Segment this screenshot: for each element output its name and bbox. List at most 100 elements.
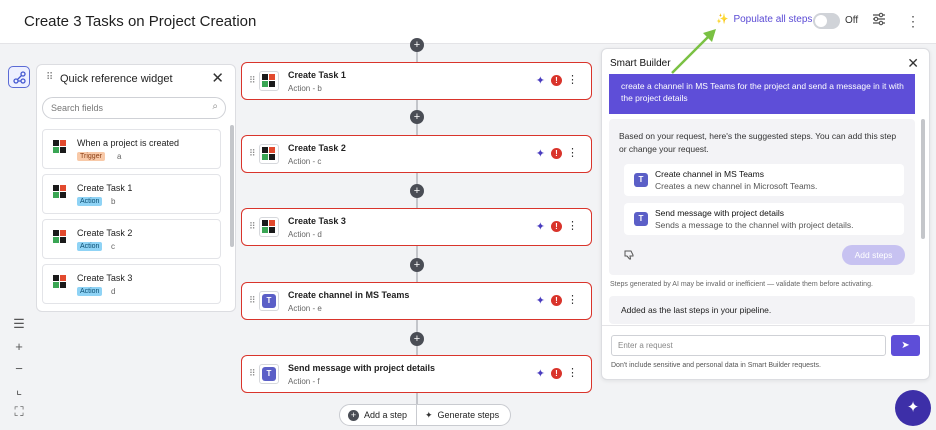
add-step-plus-icon[interactable]: + [410, 38, 424, 52]
zoho-projects-logo-icon [53, 185, 67, 199]
add-step-plus-icon[interactable]: + [410, 110, 424, 124]
sparkle-icon[interactable]: ✦ [536, 74, 545, 87]
added-status-message: Added as the last steps in your pipeline… [609, 296, 915, 324]
zoho-projects-logo-icon [262, 74, 276, 88]
sparkle-icon[interactable]: ✦ [536, 294, 545, 307]
more-options-icon[interactable]: ⋮ [567, 73, 578, 86]
item-name: When a project is created [77, 138, 180, 148]
quick-reference-widget: ⠿ Quick reference widget ✕ ⌕ When a proj… [36, 64, 236, 312]
list-item[interactable]: Create Task 3 Action d [42, 264, 221, 304]
scrollbar[interactable] [230, 125, 234, 247]
step-card-send-message[interactable]: ⠿ T Send message with project details Ac… [241, 355, 592, 393]
populate-all-steps-button[interactable]: ✨ Populate all steps [716, 14, 812, 25]
sliders-icon[interactable] [872, 12, 886, 30]
suggestion-block: Based on your request, here's the sugges… [609, 119, 915, 275]
search-icon: ⌕ [212, 101, 218, 112]
action-badge: Action [77, 197, 103, 206]
error-icon: ! [551, 148, 562, 159]
more-options-icon[interactable]: ⋮ [906, 12, 920, 30]
drag-handle-icon[interactable]: ⠿ [249, 368, 256, 379]
populate-toggle[interactable] [813, 13, 840, 29]
more-options-icon[interactable]: ⋮ [567, 293, 578, 306]
item-ref: b [111, 197, 116, 206]
drag-handle-icon[interactable]: ⠿ [249, 148, 256, 159]
add-a-step-button[interactable]: + Add a step [339, 404, 417, 426]
item-name: Create Task 1 [77, 183, 133, 193]
user-prompt-bubble: create a channel in MS Teams for the pro… [609, 74, 915, 114]
step-name: Create channel in MS Teams [288, 290, 410, 300]
plus-icon: + [348, 409, 359, 421]
divider [602, 325, 929, 326]
drag-handle-icon[interactable]: ⠿ [46, 72, 53, 83]
zoho-projects-logo-icon [53, 140, 67, 154]
add-steps-button[interactable]: Add steps [842, 245, 905, 265]
close-icon[interactable]: ✕ [907, 55, 919, 72]
suggestion-intro: Based on your request, here's the sugges… [619, 131, 897, 154]
step-sub: Action - f [288, 377, 320, 386]
generate-steps-button[interactable]: ✦ Generate steps [416, 404, 511, 426]
widget-title: Quick reference widget [60, 73, 173, 85]
suggested-step: T Create channel in MS Teams Creates a n… [624, 164, 904, 196]
fit-screen-icon[interactable]: ⛶ [8, 401, 30, 423]
privacy-disclaimer: Don't include sensitive and personal dat… [611, 362, 821, 369]
zoho-projects-logo-icon [53, 275, 67, 289]
search-fields-input[interactable] [51, 101, 201, 115]
list-item[interactable]: When a project is created Trigger a [42, 129, 221, 169]
close-icon[interactable]: ✕ [211, 69, 224, 87]
trigger-badge: Trigger [77, 152, 105, 161]
ai-warning-text: Steps generated by AI may be invalid or … [610, 281, 873, 288]
sparkle-icon[interactable]: ✦ [536, 367, 545, 380]
ms-teams-logo-icon: T [634, 173, 648, 187]
item-ref: d [111, 287, 116, 296]
sparkle-icon: ✨ [716, 14, 729, 25]
zoom-in-icon[interactable]: + [8, 335, 30, 357]
collapse-icon[interactable]: ⌞ [8, 379, 30, 401]
outline-icon[interactable]: ☰ [8, 313, 30, 335]
zoom-out-icon[interactable]: − [8, 357, 30, 379]
list-item[interactable]: Create Task 1 Action b [42, 174, 221, 214]
ms-teams-logo-icon: T [634, 212, 648, 226]
add-step-plus-icon[interactable]: + [410, 332, 424, 346]
sparkle-icon[interactable]: ✦ [536, 147, 545, 160]
step-name: Create Task 1 [288, 70, 346, 80]
smart-builder-fab-sparkle-icon[interactable]: ✦ [895, 390, 931, 426]
error-icon: ! [551, 75, 562, 86]
populate-label: Populate all steps [733, 14, 813, 25]
toggle-label: Off [845, 15, 859, 26]
error-icon: ! [551, 295, 562, 306]
generate-steps-label: Generate steps [437, 410, 500, 420]
thumbs-down-icon[interactable] [624, 250, 634, 262]
search-box: ⌕ [42, 97, 226, 119]
item-name: Create Task 3 [77, 273, 133, 283]
request-input[interactable] [611, 335, 886, 356]
action-badge: Action [77, 287, 103, 296]
more-options-icon[interactable]: ⋮ [567, 219, 578, 232]
scrollbar[interactable] [921, 119, 925, 239]
ms-teams-logo-icon: T [262, 367, 276, 381]
step-sub: Action - d [288, 230, 322, 239]
error-icon: ! [551, 368, 562, 379]
item-ref: a [117, 152, 122, 161]
list-item[interactable]: Create Task 2 Action c [42, 219, 221, 259]
more-options-icon[interactable]: ⋮ [567, 146, 578, 159]
smart-builder-panel: Smart Builder ✕ create a channel in MS T… [601, 48, 930, 380]
drag-handle-icon[interactable]: ⠿ [249, 295, 256, 306]
step-sub: Action - b [288, 84, 322, 93]
step-card-create-channel[interactable]: ⠿ T Create channel in MS Teams Action - … [241, 282, 592, 320]
page-title: Create 3 Tasks on Project Creation [24, 13, 257, 30]
flow-view-icon[interactable] [8, 66, 30, 88]
step-name: Create Task 3 [288, 216, 346, 226]
add-step-plus-icon[interactable]: + [410, 184, 424, 198]
drag-handle-icon[interactable]: ⠿ [249, 221, 256, 232]
send-icon[interactable]: ➤ [891, 335, 920, 356]
more-options-icon[interactable]: ⋮ [567, 366, 578, 379]
step-card-create-task-1[interactable]: ⠿ Create Task 1 Action - b ✦ ! ⋮ [241, 62, 592, 100]
step-card-create-task-2[interactable]: ⠿ Create Task 2 Action - c ✦ ! ⋮ [241, 135, 592, 173]
sparkle-icon[interactable]: ✦ [536, 220, 545, 233]
add-step-plus-icon[interactable]: + [410, 258, 424, 272]
step-card-create-task-3[interactable]: ⠿ Create Task 3 Action - d ✦ ! ⋮ [241, 208, 592, 246]
drag-handle-icon[interactable]: ⠿ [249, 75, 256, 86]
zoho-projects-logo-icon [53, 230, 67, 244]
suggested-step: T Send message with project details Send… [624, 203, 904, 235]
action-badge: Action [77, 242, 103, 251]
